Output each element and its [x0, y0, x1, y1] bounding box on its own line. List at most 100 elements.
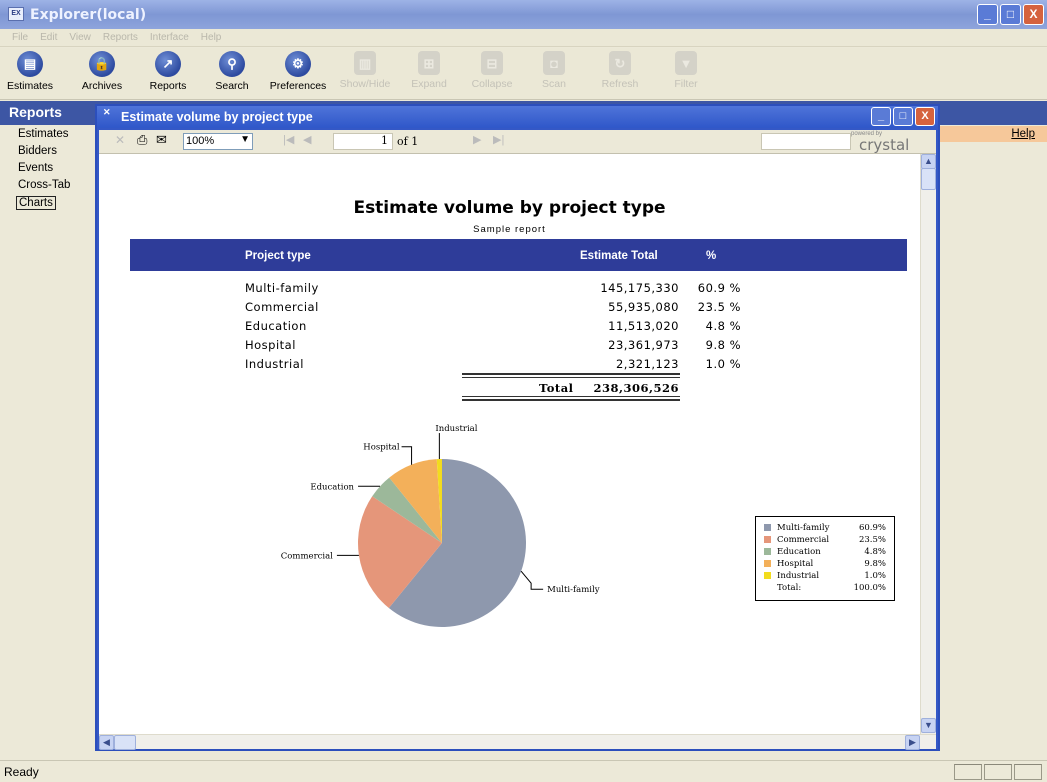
next-page-icon[interactable]: ▶ [473, 133, 481, 146]
scroll-down-icon[interactable]: ▼ [921, 718, 936, 733]
vertical-scroll-thumb[interactable] [921, 168, 936, 190]
menu-view[interactable]: View [69, 32, 91, 43]
menu-edit[interactable]: Edit [40, 32, 57, 43]
search-text-input[interactable] [761, 133, 851, 150]
pie-leader-line [401, 446, 413, 465]
toolbar-label: Filter [674, 78, 698, 90]
search-icon: ⚲ [219, 51, 245, 77]
menu-help[interactable]: Help [201, 32, 222, 43]
scroll-right-icon[interactable]: ▶ [905, 735, 920, 750]
prev-page-icon[interactable]: ◀ [303, 133, 311, 146]
report-window-title: Estimate volume by project type [121, 110, 313, 124]
legend-entry: Education 4.8% [764, 547, 894, 558]
toolbar-preferences-button[interactable]: ⚙ Preferences [266, 51, 330, 92]
sidebar-item-events[interactable]: Events [18, 162, 53, 174]
toolbar-search-button[interactable]: ⚲ Search [208, 51, 256, 92]
expand-icon: ⊞ [418, 51, 440, 75]
reports-icon: ↗ [155, 51, 181, 77]
legend-entry: Hospital 9.8% [764, 559, 894, 570]
legend-swatch [764, 524, 771, 531]
sidebar-item-estimates[interactable]: Estimates [18, 128, 69, 140]
toolbar-label: Search [215, 80, 249, 92]
toolbar-refresh-button[interactable]: ↻ Refresh [596, 51, 644, 90]
toolbar-archives-button[interactable]: 🔒 Archives [78, 51, 126, 92]
help-link[interactable]: Help [1011, 128, 1035, 140]
legend-total: Total: 100.0% [764, 583, 894, 594]
menu-reports[interactable]: Reports [103, 32, 138, 43]
status-text: Ready [4, 765, 39, 779]
legend-total-value: 100.0% [853, 583, 886, 593]
last-page-icon[interactable]: ▶| [493, 133, 504, 146]
close-view-icon[interactable]: ✕ [115, 133, 125, 147]
toolbar-estimates-button[interactable]: ▤ Estimates [6, 51, 54, 92]
preferences-icon: ⚙ [285, 51, 311, 77]
page-count: of 1 [397, 135, 419, 148]
show-hide-icon: ▥ [354, 51, 376, 75]
filter-icon: ▼ [675, 51, 697, 75]
scroll-left-icon[interactable]: ◀ [99, 735, 114, 750]
viewer-toolbar: ✕ ⎙ ✉ 100% ▼ |◀ ◀ 1 of 1 ▶ ▶| powered by… [99, 130, 936, 154]
report-window-title-bar[interactable]: ✕ Estimate volume by project type _ □ X [97, 106, 938, 128]
first-page-icon[interactable]: |◀ [283, 133, 294, 146]
chevron-down-icon[interactable]: ▼ [240, 134, 250, 145]
zoom-value: 100% [186, 135, 215, 147]
refresh-icon: ↻ [609, 51, 631, 75]
report-close-button[interactable]: X [915, 107, 935, 126]
legend-label: Industrial [777, 571, 820, 581]
status-bar: Ready [0, 760, 1047, 782]
legend-swatch [764, 560, 771, 567]
toolbar-scan-button[interactable]: ◘ Scan [532, 51, 576, 90]
pie-chart: Multi-family Commercial Education Hospital I… [281, 424, 600, 627]
legend-value: 1.0% [864, 571, 886, 581]
toolbar-expand-button[interactable]: ⊞ Expand [404, 51, 454, 90]
sidebar-item-bidders[interactable]: Bidders [18, 145, 57, 157]
toolbar-label: Reports [149, 80, 187, 92]
print-icon[interactable]: ⎙ [137, 132, 147, 148]
pie-label: Hospital [363, 443, 400, 453]
pie-label: Education [310, 482, 354, 492]
horizontal-scroll-thumb[interactable] [114, 735, 136, 750]
menu-interface[interactable]: Interface [150, 32, 189, 43]
legend-label: Education [777, 547, 821, 557]
minimize-button[interactable]: _ [977, 4, 998, 25]
menu-file[interactable]: File [12, 32, 28, 43]
legend-total-label: Total: [777, 583, 802, 593]
crystal-logo: crystal [859, 136, 910, 154]
toolbar-reports-button[interactable]: ↗ Reports [144, 51, 192, 92]
scroll-up-icon[interactable]: ▲ [921, 154, 936, 169]
legend-label: Commercial [777, 535, 830, 545]
toolbar-label: Show/Hide [339, 78, 391, 90]
toolbar-label: Preferences [269, 80, 327, 92]
status-panel [954, 764, 982, 780]
pin-icon[interactable]: ✕ [103, 107, 111, 118]
pie-label: Multi-family [547, 585, 600, 595]
pie-label: Commercial [281, 551, 333, 561]
toolbar-show-hide-button[interactable]: ▥ Show/Hide [334, 51, 396, 90]
toolbar-label: Archives [81, 80, 123, 92]
application-window: EX Explorer(local) _ □ X File Edit View Rep… [0, 0, 1047, 782]
maximize-button[interactable]: □ [1000, 4, 1021, 25]
report-window: ✕ Estimate volume by project type _ □ X … [95, 104, 940, 751]
legend-entry: Multi-family 60.9% [764, 523, 894, 534]
toolbar-label: Refresh [601, 78, 639, 90]
legend-value: 4.8% [864, 547, 886, 557]
report-maximize-button[interactable]: □ [893, 107, 913, 126]
report-minimize-button[interactable]: _ [871, 107, 891, 126]
close-button[interactable]: X [1023, 4, 1044, 25]
toolbar-collapse-button[interactable]: ⊟ Collapse [466, 51, 518, 90]
sidebar-item-cross-tab[interactable]: Cross-Tab [18, 179, 70, 191]
vertical-scrollbar[interactable]: ▲ ▼ [920, 154, 936, 734]
legend-swatch [764, 548, 771, 555]
menu-bar: File Edit View Reports Interface Help [0, 29, 1047, 47]
estimates-icon: ▤ [17, 51, 43, 77]
export-icon[interactable]: ✉ [156, 132, 167, 148]
page-number-input[interactable]: 1 [333, 133, 393, 150]
window-title: Explorer(local) [30, 7, 147, 23]
app-window-icon: EX [8, 7, 24, 21]
horizontal-scrollbar[interactable]: ◀ ▶ [99, 734, 936, 750]
toolbar-filter-button[interactable]: ▼ Filter [666, 51, 706, 90]
sidebar-item-charts[interactable]: Charts [16, 196, 56, 210]
status-panel [984, 764, 1012, 780]
zoom-select[interactable]: 100% ▼ [183, 133, 253, 150]
title-bar[interactable]: EX Explorer(local) _ □ X [0, 0, 1047, 29]
